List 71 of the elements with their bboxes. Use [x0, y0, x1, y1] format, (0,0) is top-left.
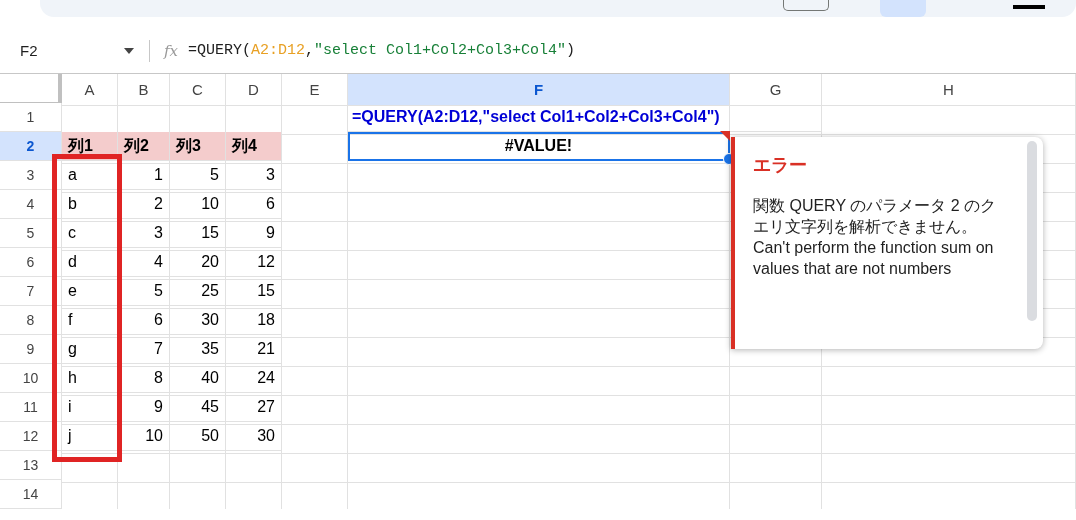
table-cell: c	[62, 219, 118, 248]
column-title-cell: 列2	[118, 132, 170, 161]
table-cell: 30	[226, 422, 282, 451]
table-cell: i	[62, 393, 118, 422]
table-cell: a	[62, 161, 118, 190]
table-cell: 3	[226, 161, 282, 190]
table-cell: 40	[170, 364, 226, 393]
row-header[interactable]: 9	[0, 335, 62, 364]
table-cell: 10	[170, 190, 226, 219]
table-cell: 6	[226, 190, 282, 219]
table-cell: 30	[170, 306, 226, 335]
table-cell: g	[62, 335, 118, 364]
table-cell: #VALUE!	[348, 132, 730, 161]
error-title: エラー	[753, 154, 807, 177]
row-header[interactable]: 12	[0, 422, 62, 451]
table-cell: 5	[118, 277, 170, 306]
function-label: fx	[164, 41, 178, 60]
table-cell: 12	[226, 248, 282, 277]
table-cell: 15	[170, 219, 226, 248]
row-header[interactable]: 2	[0, 132, 62, 161]
scrollbar[interactable]	[1027, 141, 1037, 321]
table-cell: 25	[170, 277, 226, 306]
table-cell: 35	[170, 335, 226, 364]
table-cell: 20	[170, 248, 226, 277]
table-cell: 45	[170, 393, 226, 422]
row-header[interactable]: 14	[0, 480, 62, 509]
table-cell: 5	[170, 161, 226, 190]
select-all-corner[interactable]	[0, 74, 62, 106]
text-color-swatch[interactable]	[1013, 5, 1045, 9]
row-header[interactable]: 3	[0, 161, 62, 190]
table-cell: f	[62, 306, 118, 335]
table-cell: j	[62, 422, 118, 451]
table-cell: 1	[118, 161, 170, 190]
row-header[interactable]: 11	[0, 393, 62, 422]
table-cell: 15	[226, 277, 282, 306]
row-header[interactable]: 5	[0, 219, 62, 248]
row-header[interactable]: 4	[0, 190, 62, 219]
table-cell: 4	[118, 248, 170, 277]
table-cell: 3	[118, 219, 170, 248]
row-header[interactable]: 10	[0, 364, 62, 393]
error-message: 関数 QUERY のパラメータ 2 のクエリ文字列を解析できません。Can't perform the function sum on values that are not numbers	[753, 196, 997, 279]
formula-input[interactable]: =QUERY(A2:D12,"select Col1+Col2+Col3+Col4")	[188, 42, 576, 59]
table-cell: e	[62, 277, 118, 306]
table-cell: 50	[170, 422, 226, 451]
row-header[interactable]: 1	[0, 103, 62, 132]
name-box[interactable]: F2	[0, 42, 90, 59]
table-cell: 2	[118, 190, 170, 219]
font-size-field[interactable]	[783, 0, 829, 11]
table-cell: 6	[118, 306, 170, 335]
bold-button[interactable]	[880, 0, 926, 17]
column-title-cell: 列3	[170, 132, 226, 161]
table-cell: =QUERY(A2:D12,"select Col1+Col2+Col3+Col4")	[348, 103, 822, 132]
column-title-cell: 列4	[226, 132, 282, 161]
row-header[interactable]: 13	[0, 451, 62, 480]
table-cell: 8	[118, 364, 170, 393]
table-cell: 24	[226, 364, 282, 393]
table-cell: 21	[226, 335, 282, 364]
table-cell: 9	[118, 393, 170, 422]
table-cell: 10	[118, 422, 170, 451]
row-header[interactable]: 7	[0, 277, 62, 306]
table-cell: b	[62, 190, 118, 219]
table-cell: d	[62, 248, 118, 277]
dropdown-caret-icon[interactable]	[124, 47, 134, 54]
row-header[interactable]: 6	[0, 248, 62, 277]
table-cell: h	[62, 364, 118, 393]
row-header[interactable]: 8	[0, 306, 62, 335]
table-cell: 18	[226, 306, 282, 335]
column-header[interactable]: F	[348, 74, 730, 106]
table-cell: 27	[226, 393, 282, 422]
table-cell: 9	[226, 219, 282, 248]
table-cell: 7	[118, 335, 170, 364]
